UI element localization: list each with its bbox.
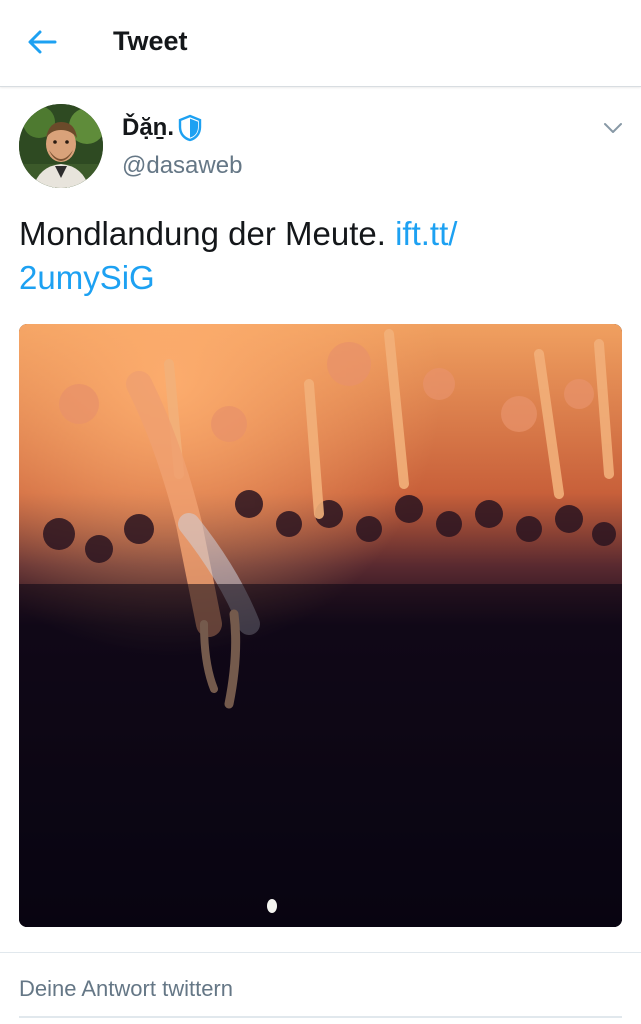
tweet-media-image[interactable] [19,324,622,927]
reply-input-underline [19,1016,622,1018]
crowd-photo [19,324,622,927]
chevron-down-icon[interactable] [601,118,625,138]
reply-input[interactable]: Deine Antwort twittern [19,976,233,1002]
page-title: Tweet [113,26,188,56]
divider [0,952,641,953]
tweet-body: Mondlandung der Meute. [19,215,386,252]
tweet-link-part2[interactable]: 2umySiG [19,259,155,296]
arrow-left-icon [28,30,57,54]
author-display-name[interactable]: Ďặṉ. [122,114,203,142]
back-button[interactable] [22,24,62,60]
display-name-text: Ďặṉ. [122,114,175,141]
tweet-text: Mondlandung der Meute. ift.tt/2umySiG [19,212,619,300]
top-bar: Tweet [0,0,641,87]
tweet-link-part1[interactable]: ift.tt/ [395,215,457,252]
avatar[interactable] [19,104,103,188]
shield-icon [178,114,202,142]
author-handle[interactable]: @dasaweb [122,152,242,180]
avatar-image [19,104,103,188]
